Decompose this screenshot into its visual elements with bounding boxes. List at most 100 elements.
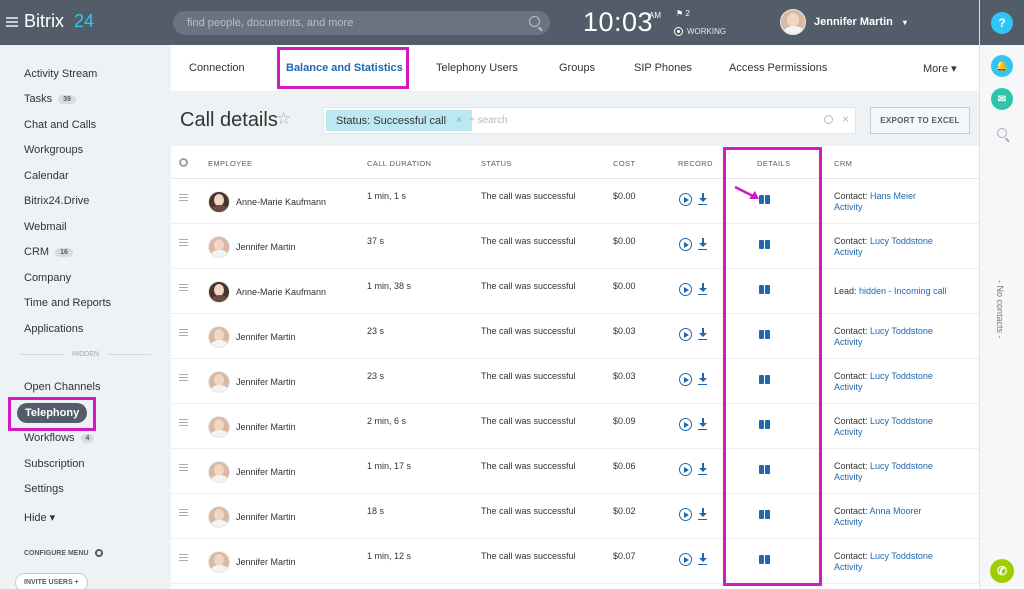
sidebar-item-time-and-reports[interactable]: Time and Reports [24, 297, 111, 309]
global-search-input[interactable]: find people, documents, and more [173, 11, 550, 35]
download-icon[interactable] [698, 463, 707, 476]
help-button[interactable]: ? [991, 12, 1013, 34]
flag-count[interactable]: ⚑ 2 [676, 9, 690, 18]
search-icon[interactable] [824, 115, 833, 124]
logo[interactable]: Bitrix 24 [6, 11, 94, 32]
play-icon[interactable] [679, 508, 692, 521]
column-header-employee[interactable]: EMPLOYEE [208, 159, 252, 168]
column-header-cost[interactable]: COST [613, 159, 635, 168]
crm-link[interactable]: Lucy Toddstone [870, 416, 933, 426]
download-icon[interactable] [698, 193, 707, 206]
tab-groups[interactable]: Groups [559, 62, 595, 74]
search-icon[interactable] [529, 16, 540, 27]
employee-name[interactable]: Jennifer Martin [236, 377, 296, 387]
clear-icon[interactable]: × [842, 112, 849, 126]
work-status[interactable]: WORKING [674, 27, 726, 36]
download-icon[interactable] [698, 418, 707, 431]
column-header-status[interactable]: STATUS [481, 159, 512, 168]
clock-time[interactable]: 10:03 [583, 7, 653, 38]
crm-link[interactable]: Lucy Toddstone [870, 551, 933, 561]
contact-search-icon[interactable] [997, 128, 1007, 138]
employee-name[interactable]: Jennifer Martin [236, 332, 296, 342]
sidebar-item-webmail[interactable]: Webmail [24, 221, 67, 233]
crm-link[interactable]: Lucy Toddstone [870, 371, 933, 381]
tab-telephony-users[interactable]: Telephony Users [436, 62, 518, 74]
tab-access-permissions[interactable]: Access Permissions [729, 62, 827, 74]
star-icon[interactable]: ☆ [276, 109, 291, 129]
sidebar-item-drive[interactable]: Bitrix24.Drive [24, 195, 89, 207]
sidebar-item-calendar[interactable]: Calendar [24, 170, 69, 182]
crm-activity-link[interactable]: Activity [834, 427, 863, 437]
download-icon[interactable] [698, 508, 707, 521]
play-icon[interactable] [679, 238, 692, 251]
drag-handle-icon[interactable] [179, 419, 188, 426]
crm-link[interactable]: Lucy Toddstone [870, 461, 933, 471]
play-icon[interactable] [679, 193, 692, 206]
close-icon[interactable]: × [456, 115, 462, 126]
play-icon[interactable] [679, 553, 692, 566]
filter-search-input[interactable]: Status: Successful call × + search × [323, 107, 856, 134]
crm-activity-link[interactable]: Activity [834, 337, 863, 347]
employee-name[interactable]: Jennifer Martin [236, 422, 296, 432]
employee-name[interactable]: Jennifer Martin [236, 557, 296, 567]
employee-name[interactable]: Anne-Marie Kaufmann [236, 197, 326, 207]
drag-handle-icon[interactable] [179, 464, 188, 471]
sidebar-item-subscription[interactable]: Subscription [24, 458, 85, 470]
drag-handle-icon[interactable] [179, 374, 188, 381]
crm-link[interactable]: Lucy Toddstone [870, 326, 933, 336]
invite-users-button[interactable]: INVITE USERS + [15, 573, 88, 589]
play-icon[interactable] [679, 283, 692, 296]
tab-sip-phones[interactable]: SIP Phones [634, 62, 692, 74]
download-icon[interactable] [698, 238, 707, 251]
bell-icon[interactable]: 🔔 [991, 55, 1013, 77]
export-to-excel-button[interactable]: EXPORT TO EXCEL [870, 107, 970, 134]
crm-link[interactable]: Anna Moorer [870, 506, 922, 516]
configure-menu-button[interactable]: CONFIGURE MENU [24, 549, 103, 557]
download-icon[interactable] [698, 328, 707, 341]
column-header-crm[interactable]: CRM [834, 159, 852, 168]
tab-balance-and-statistics[interactable]: Balance and Statistics [286, 62, 403, 74]
crm-activity-link[interactable]: Activity [834, 517, 863, 527]
play-icon[interactable] [679, 328, 692, 341]
employee-name[interactable]: Jennifer Martin [236, 242, 296, 252]
play-icon[interactable] [679, 373, 692, 386]
sidebar-item-chat-and-calls[interactable]: Chat and Calls [24, 119, 96, 131]
tab-connection[interactable]: Connection [189, 62, 245, 74]
sidebar-item-hide[interactable]: Hide ▾ [24, 511, 55, 524]
menu-icon[interactable] [6, 16, 18, 27]
drag-handle-icon[interactable] [179, 554, 188, 561]
download-icon[interactable] [698, 283, 707, 296]
employee-name[interactable]: Anne-Marie Kaufmann [236, 287, 326, 297]
drag-handle-icon[interactable] [179, 329, 188, 336]
play-icon[interactable] [679, 463, 692, 476]
crm-activity-link[interactable]: Activity [834, 562, 863, 572]
drag-handle-icon[interactable] [179, 239, 188, 246]
chat-icon[interactable]: ✉ [991, 88, 1013, 110]
column-header-call-duration[interactable]: CALL DURATION [367, 159, 431, 168]
sidebar-item-crm[interactable]: CRM 16 [24, 246, 73, 258]
crm-link[interactable]: Hans Meier [870, 191, 916, 201]
crm-activity-link[interactable]: Activity [834, 382, 863, 392]
sidebar-item-open-channels[interactable]: Open Channels [24, 381, 100, 393]
drag-handle-icon[interactable] [179, 509, 188, 516]
crm-activity-link[interactable]: Activity [834, 247, 863, 257]
sidebar-item-telephony[interactable]: Telephony [17, 403, 88, 423]
crm-activity-link[interactable]: Activity [834, 202, 863, 212]
sidebar-item-workflows[interactable]: Workflows 4 [24, 432, 95, 444]
sidebar-item-tasks[interactable]: Tasks 39 [24, 93, 76, 105]
sidebar-item-applications[interactable]: Applications [24, 323, 83, 335]
tab-more[interactable]: More ▾ [923, 62, 957, 75]
gear-icon[interactable] [179, 158, 188, 167]
sidebar-item-settings[interactable]: Settings [24, 483, 64, 495]
employee-name[interactable]: Jennifer Martin [236, 512, 296, 522]
filter-chip[interactable]: Status: Successful call × [326, 110, 472, 131]
crm-link[interactable]: hidden - Incoming call [859, 286, 947, 296]
employee-name[interactable]: Jennifer Martin [236, 467, 296, 477]
crm-activity-link[interactable]: Activity [834, 472, 863, 482]
column-header-record[interactable]: RECORD [678, 159, 713, 168]
sidebar-item-activity-stream[interactable]: Activity Stream [24, 68, 97, 80]
download-icon[interactable] [698, 553, 707, 566]
sidebar-item-company[interactable]: Company [24, 272, 71, 284]
drag-handle-icon[interactable] [179, 194, 188, 201]
drag-handle-icon[interactable] [179, 284, 188, 291]
